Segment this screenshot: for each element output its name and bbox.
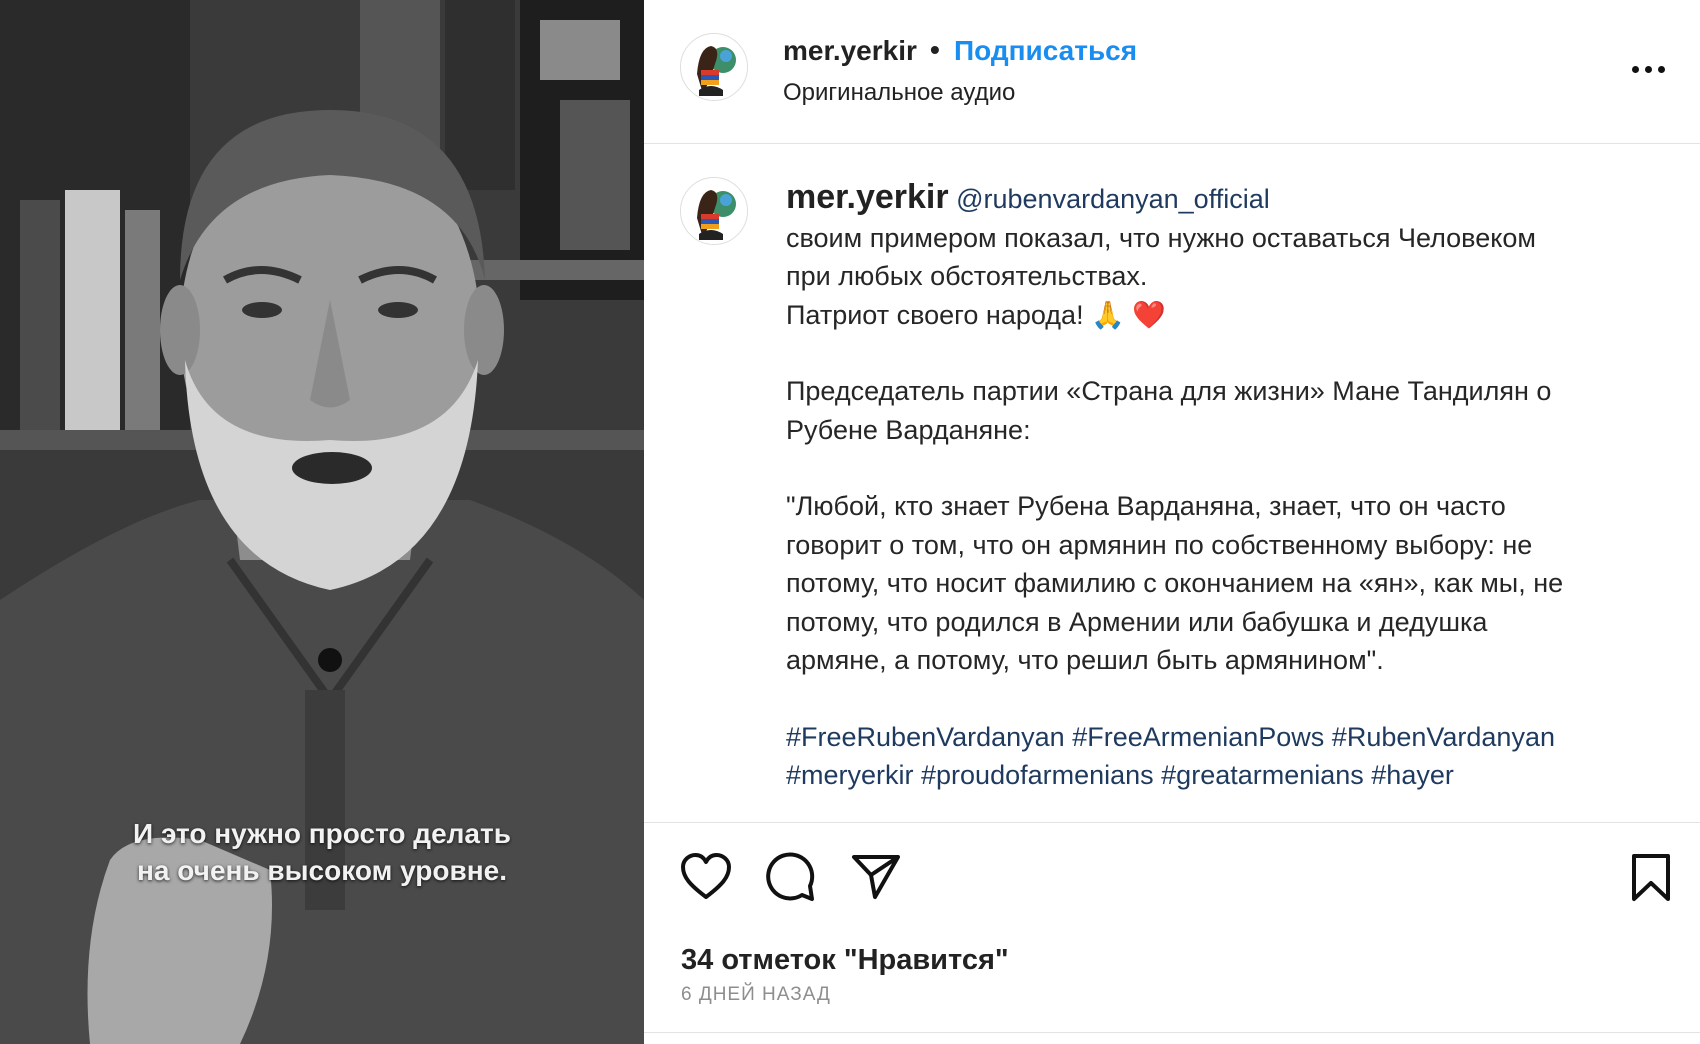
caption-line-1: своим примером показал, что нужно остава… bbox=[786, 222, 1536, 253]
audio-label[interactable]: Оригинальное аудио bbox=[783, 79, 1015, 107]
caption-p3-line-2: говорит о том, что он армянин по собстве… bbox=[786, 529, 1533, 560]
caption-line-3-text: Патриот своего народа! bbox=[786, 299, 1092, 330]
heart-emoji: ❤️ bbox=[1132, 299, 1166, 330]
caption-p2-line-2: Рубене Варданяне: bbox=[786, 414, 1031, 445]
caption-username[interactable]: mer.yerkir bbox=[786, 178, 949, 216]
caption-p3-line-1: "Любой, кто знает Рубена Варданяна, знае… bbox=[786, 491, 1506, 521]
actions-divider bbox=[644, 822, 1700, 823]
video-player[interactable]: И это нужно просто делать на очень высок… bbox=[0, 0, 644, 1044]
header-username[interactable]: mer.yerkir bbox=[783, 35, 917, 67]
caption-p3-line-3: потому, что носит фамилию с окончанием н… bbox=[786, 568, 1564, 598]
avatar[interactable] bbox=[680, 33, 748, 101]
avatar-image bbox=[681, 34, 747, 100]
bookmark-icon[interactable] bbox=[1630, 853, 1672, 908]
caption-p2-line-1: Председатель партии «Страна для жизни» М… bbox=[786, 376, 1552, 406]
header-separator: • bbox=[930, 34, 940, 65]
subtitle-line-1: И это нужно просто делать bbox=[133, 818, 511, 849]
caption-line-3: Патриот своего народа! 🙏 ❤️ bbox=[786, 296, 1666, 335]
send-icon[interactable] bbox=[851, 853, 901, 906]
caption-p3-line-4: потому, что родился в Армении или бабушк… bbox=[786, 606, 1488, 637]
more-options-icon[interactable] bbox=[1629, 50, 1669, 86]
caption-avatar[interactable] bbox=[680, 177, 748, 245]
hashtags-line-2[interactable]: #meryerkir #proudofarmenians #greatarmen… bbox=[786, 756, 1666, 795]
heart-icon[interactable] bbox=[680, 853, 732, 906]
caption-p3-line-5: армяне, а потому, что решил быть армянин… bbox=[786, 645, 1384, 675]
caption-avatar-image bbox=[681, 178, 747, 244]
follow-button[interactable]: Подписаться bbox=[954, 35, 1137, 67]
pray-emoji: 🙏 bbox=[1091, 299, 1125, 330]
post-panel: mer.yerkir • Подписаться Оригинальное ау… bbox=[644, 0, 1700, 1044]
subtitle-line-2: на очень высоком уровне. bbox=[137, 855, 507, 886]
post-date[interactable]: 6 ДНЕЙ НАЗАД bbox=[681, 984, 831, 1006]
hashtags-line-1[interactable]: #FreeRubenVardanyan #FreeArmenianPows #R… bbox=[786, 718, 1666, 757]
caption-line-2: при любых обстоятельствах. bbox=[786, 261, 1148, 291]
video-subtitle: И это нужно просто делать на очень высок… bbox=[0, 815, 644, 889]
post-caption: mer.yerkir @rubenvardanyan_official свои… bbox=[786, 178, 1666, 795]
comment-icon[interactable] bbox=[764, 852, 816, 907]
post-header: mer.yerkir • Подписаться Оригинальное ау… bbox=[644, 0, 1700, 144]
bottom-divider bbox=[644, 1032, 1700, 1033]
mention-link[interactable]: @rubenvardanyan_official bbox=[956, 184, 1270, 214]
likes-count[interactable]: 34 отметок "Нравится" bbox=[681, 944, 1009, 977]
